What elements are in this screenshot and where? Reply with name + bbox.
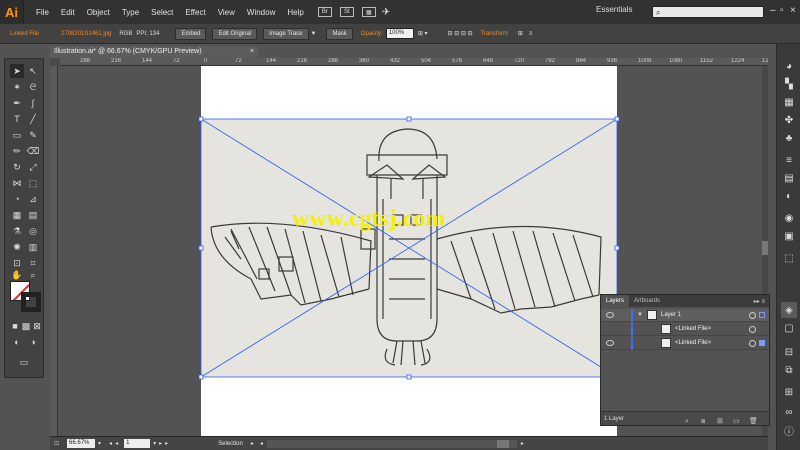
artboard-field[interactable]: 1 (124, 439, 151, 448)
tab-layers[interactable]: Layers (601, 295, 630, 307)
brushes-panel-icon[interactable]: ✤ (781, 112, 797, 128)
selection-indicator[interactable] (759, 312, 765, 318)
image-trace-panel-icon[interactable]: ⬚ (781, 250, 797, 266)
graphic-styles-icon[interactable]: ▣ (781, 228, 797, 244)
new-sublayer-icon[interactable]: ⊞ (717, 415, 723, 429)
layers-panel: Layers Artboards ▸▸ ≡ ▼ Layer 1 <Linked … (600, 294, 770, 426)
current-tool-label: Selection (218, 440, 243, 447)
sublayer-row[interactable]: <Linked File> (601, 323, 769, 336)
scrollbar-thumb[interactable] (496, 439, 509, 448)
expand-toggle-icon[interactable]: ▼ (637, 312, 643, 318)
layers-panel-footer: 1 Layer ⌕ ⧈ ⊞ ▭ 🗑 (601, 411, 769, 425)
scrollbar-thumb[interactable] (762, 241, 768, 255)
horizontal-scrollbar[interactable] (266, 439, 517, 448)
next-artboard-icon[interactable]: ▸ (159, 440, 162, 447)
layer-color-bar (631, 337, 633, 350)
sublayer-name[interactable]: <Linked File> (675, 340, 711, 346)
status-menu-icon[interactable]: ▸ (251, 440, 254, 447)
sublayer-name[interactable]: <Linked File> (675, 326, 711, 332)
layers-panel-icon[interactable]: ◈ (781, 302, 797, 318)
hscroll-left-icon[interactable]: ◂ (260, 440, 263, 447)
panel-menu-icon[interactable]: ▸▸ ≡ (754, 298, 765, 305)
selection-indicator[interactable] (759, 340, 765, 346)
locate-object-icon[interactable]: ⌕ (685, 415, 689, 429)
links-panel-icon[interactable]: ∞ (781, 404, 797, 420)
first-artboard-icon[interactable]: ◂ (109, 440, 112, 447)
status-bar: ⊡ 66.67% ▾ ◂ ◂ 1 ▾ ▸ ▸ Selection ▸ ◂ ▸ (50, 436, 768, 450)
target-icon[interactable] (749, 340, 756, 347)
appearance-panel-icon[interactable]: ◉ (781, 210, 797, 226)
transform-panel-icon[interactable]: ⊞ (781, 384, 797, 400)
layer-row[interactable]: ▼ Layer 1 (601, 309, 769, 322)
watermark-text: www.cgtsj.com (292, 206, 446, 232)
gpu-icon[interactable]: ⊡ (54, 440, 59, 447)
panel-dock: ◕ ▚ ▦ ✤ ♣ ≡ ▤ ◐ ◉ ▣ ⬚ ◈ ▢ ⊟ ⧉ ⊞ ∞ ⓘ (776, 44, 800, 450)
pathfinder-panel-icon[interactable]: ⧉ (781, 362, 797, 378)
symbols-panel-icon[interactable]: ♣ (781, 130, 797, 146)
layer-thumbnail (661, 338, 671, 348)
align-panel-icon[interactable]: ⊟ (781, 344, 797, 360)
info-panel-icon[interactable]: ⓘ (781, 422, 797, 438)
transparency-panel-icon[interactable]: ◐ (781, 188, 797, 204)
delete-layer-icon[interactable]: 🗑 (749, 415, 758, 429)
swatches-panel-icon[interactable]: ▦ (781, 94, 797, 110)
color-guide-icon[interactable]: ▚ (781, 76, 797, 92)
layers-panel-tabs: Layers Artboards ▸▸ ≡ (601, 295, 769, 307)
color-panel-icon[interactable]: ◕ (781, 58, 797, 74)
prev-artboard-icon[interactable]: ◂ (115, 440, 118, 447)
hscroll-right-icon[interactable]: ▸ (521, 440, 524, 447)
visibility-eye-icon[interactable] (606, 312, 614, 318)
gradient-panel-icon[interactable]: ▤ (781, 170, 797, 186)
layer-thumbnail (661, 324, 671, 334)
make-clipping-mask-icon[interactable]: ⧈ (701, 415, 705, 429)
layer-color-bar (631, 309, 633, 322)
layer-name[interactable]: Layer 1 (661, 312, 681, 318)
artboards-panel-icon[interactable]: ▢ (781, 320, 797, 336)
last-artboard-icon[interactable]: ▸ (165, 440, 168, 447)
layer-count: 1 Layer (604, 416, 625, 422)
sublayer-row[interactable]: <Linked File> (601, 337, 769, 350)
zoom-field[interactable]: 66.67% (67, 439, 96, 448)
layer-color-bar (631, 323, 633, 336)
new-layer-icon[interactable]: ▭ (733, 415, 740, 429)
artboard-dropdown-icon[interactable]: ▾ (153, 440, 156, 447)
visibility-eye-icon[interactable] (606, 340, 614, 346)
tab-artboards[interactable]: Artboards (629, 295, 665, 307)
target-icon[interactable] (749, 312, 756, 319)
target-icon[interactable] (749, 326, 756, 333)
stroke-panel-icon[interactable]: ≡ (781, 152, 797, 168)
zoom-dropdown-icon[interactable]: ▾ (98, 440, 101, 447)
layer-thumbnail (647, 310, 657, 320)
